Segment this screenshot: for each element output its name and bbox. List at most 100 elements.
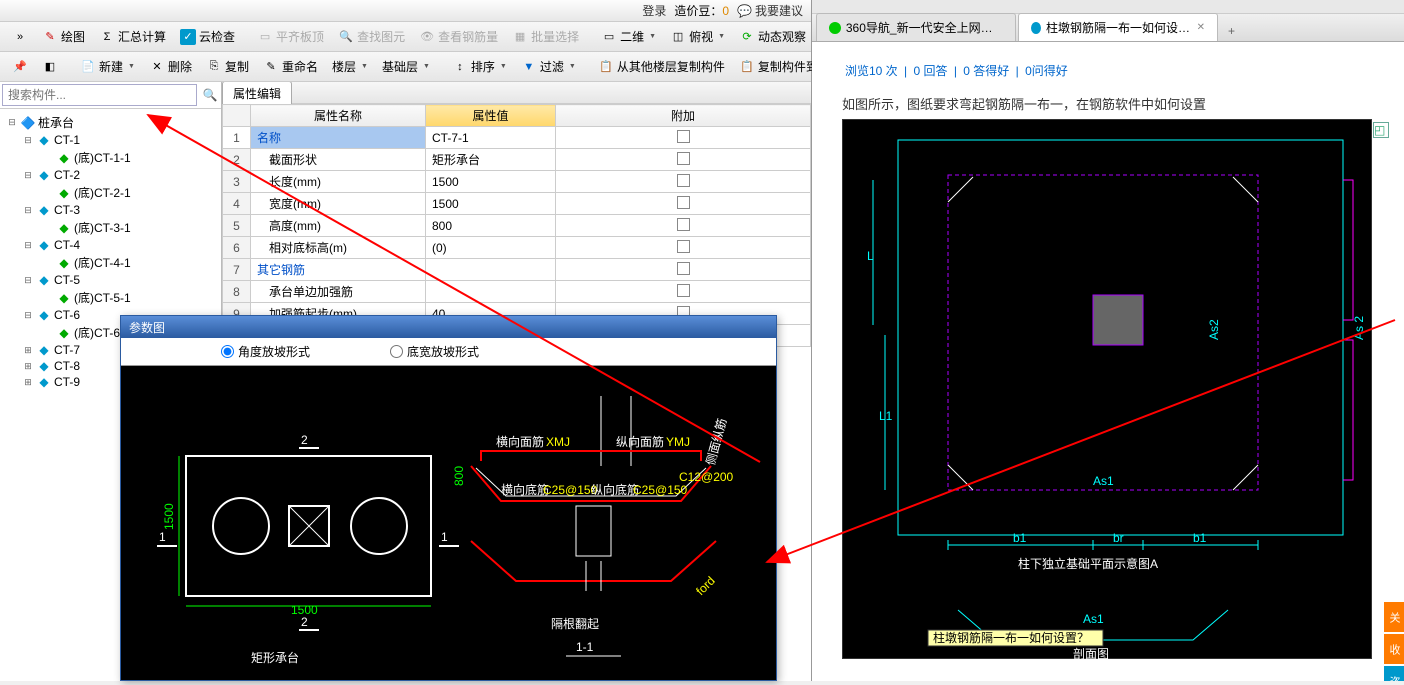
copy-from-floor-button[interactable]: 📋从其他楼层复制构件 [592, 54, 731, 79]
new-tab-button[interactable]: + [1220, 21, 1243, 41]
parameter-diagram-svg: 1 1 2 2 1500 1500 矩形承台 [121, 366, 778, 682]
prop-row[interactable]: 6 相对底标高(m) (0) [223, 237, 811, 259]
svg-text:纵向面筋: 纵向面筋 [616, 434, 664, 449]
svg-text:矩形承台: 矩形承台 [251, 650, 299, 665]
radio-angle-slope[interactable]: 角度放坡形式 [221, 343, 310, 360]
svg-text:b1: b1 [1013, 531, 1027, 545]
cloud-check-button[interactable]: ✓云检查 [174, 24, 241, 49]
batch-select-button[interactable]: ▦批量选择 [506, 24, 585, 49]
svg-text:柱下独立基础平面示意图A: 柱下独立基础平面示意图A [1018, 556, 1158, 571]
svg-text:2: 2 [301, 615, 308, 629]
tree-node-CT-1[interactable]: ⊟◆CT-1 [2, 132, 219, 148]
svg-text:As1: As1 [1083, 612, 1104, 626]
svg-text:800: 800 [452, 466, 466, 486]
search-icon[interactable]: 🔍 [199, 82, 221, 108]
login-link[interactable]: 登录 [642, 2, 666, 19]
svg-text:L1: L1 [879, 409, 893, 423]
checkbox[interactable] [677, 130, 690, 143]
toolbar-row-2: 📌 ◧ 📄新建 ✕删除 ⎘复制 ✎重命名 楼层 基础层 ↕排序 ▼过滤 📋从其他… [0, 52, 811, 82]
browser-titlebar [812, 0, 1404, 14]
tab-property-edit[interactable]: 属性编辑 [222, 82, 292, 105]
new-button[interactable]: 📄新建 [74, 54, 141, 79]
delete-button[interactable]: ✕删除 [143, 54, 198, 79]
rename-button[interactable]: ✎重命名 [257, 54, 324, 79]
tree-node-CT-4[interactable]: ⊟◆CT-4 [2, 237, 219, 253]
question-text: 如图所示，图纸要求弯起钢筋隔一布一，在钢筋软件中如何设置 [842, 94, 1374, 113]
tab-close-icon[interactable]: ✕ [1197, 22, 1205, 33]
fb-close[interactable]: 关 [1384, 602, 1404, 632]
svg-text:横向底筋: 横向底筋 [501, 482, 549, 497]
col-header-name[interactable]: 属性名称 [251, 105, 426, 127]
svg-text:L: L [867, 249, 874, 263]
prop-row[interactable]: 8 承台单边加强筋 [223, 281, 811, 303]
prop-row[interactable]: 3 长度(mm) 1500 [223, 171, 811, 193]
tree-leaf[interactable]: ◆(底)CT-3-1 [2, 218, 219, 237]
svg-text:纵向底筋: 纵向底筋 [591, 482, 639, 497]
tree-leaf[interactable]: ◆(底)CT-4-1 [2, 253, 219, 272]
svg-text:ford: ford [693, 574, 718, 599]
checkbox[interactable] [677, 240, 690, 253]
find-primitive-button[interactable]: 🔍查找图元 [332, 24, 411, 49]
window-title[interactable]: 参数图 [121, 316, 776, 338]
prop-row[interactable]: 7 其它钢筋 [223, 259, 811, 281]
tree-leaf[interactable]: ◆(底)CT-1-1 [2, 148, 219, 167]
align-slab-button[interactable]: ▭平齐板顶 [251, 24, 330, 49]
tree-root[interactable]: ⊟🔷桩承台 [2, 113, 219, 132]
draw-button[interactable]: ✎绘图 [36, 24, 91, 49]
checkbox[interactable] [677, 174, 690, 187]
svg-text:As1: As1 [1093, 474, 1114, 488]
fb-ask[interactable]: 咨 [1384, 666, 1404, 681]
col-header-extra[interactable]: 附加 [556, 105, 811, 127]
checkbox[interactable] [677, 262, 690, 275]
filter-button[interactable]: ▼过滤 [515, 54, 582, 79]
beans-label: 造价豆：0 [674, 2, 729, 19]
view-rebar-button[interactable]: 👁查看钢筋量 [413, 24, 504, 49]
pin-icon[interactable]: 📌 [6, 55, 34, 79]
svg-text:1: 1 [441, 530, 448, 544]
tree-node-CT-2[interactable]: ⊟◆CT-2 [2, 167, 219, 183]
parameter-diagram-window: 参数图 角度放坡形式 底宽放坡形式 1 1 2 2 [120, 315, 777, 681]
svg-text:C25@150: C25@150 [543, 483, 598, 497]
svg-text:As 2: As 2 [1352, 316, 1366, 340]
toolbar-row-1: » ✎绘图 Σ汇总计算 ✓云检查 ▭平齐板顶 🔍查找图元 👁查看钢筋量 ▦批量选… [0, 22, 811, 52]
search-input[interactable] [2, 84, 197, 106]
tree-node-CT-3[interactable]: ⊟◆CT-3 [2, 202, 219, 218]
browser-tabs: 360导航_新一代安全上网导航 柱墩钢筋隔一布一如何设置？_广 ✕ + [812, 14, 1404, 42]
svg-text:1500: 1500 [291, 603, 318, 617]
svg-text:1-1: 1-1 [576, 640, 594, 654]
dynamic-view-button[interactable]: ⟳动态观察 [733, 24, 812, 49]
suggestion-link[interactable]: 💬我要建议 [737, 2, 803, 19]
copy-button[interactable]: ⎘复制 [200, 54, 255, 79]
summary-button[interactable]: Σ汇总计算 [93, 24, 172, 49]
overlook-dropdown[interactable]: ◫俯视 [664, 24, 731, 49]
prop-row[interactable]: 2 截面形状 矩形承台 [223, 149, 811, 171]
svg-text:隔根翻起: 隔根翻起 [551, 617, 599, 631]
browser-tab-2[interactable]: 柱墩钢筋隔一布一如何设置？_广 ✕ [1018, 13, 1218, 41]
expand-icon[interactable]: » [6, 25, 34, 49]
prop-row[interactable]: 5 高度(mm) 800 [223, 215, 811, 237]
question-diagram: L L1 As1 As2 As 2 b1 br b1 柱下独立基础平面示意图A … [842, 119, 1372, 659]
tree-leaf[interactable]: ◆(底)CT-5-1 [2, 288, 219, 307]
svg-text:1500: 1500 [162, 503, 176, 530]
prop-row[interactable]: 1 名称 CT-7-1 [223, 127, 811, 149]
fb-fav[interactable]: 收 [1384, 634, 1404, 664]
checkbox[interactable] [677, 284, 690, 297]
close-icon[interactable]: ◧ [36, 55, 64, 79]
svg-text:XMJ: XMJ [546, 435, 570, 449]
view-icon[interactable]: ◰ [1373, 122, 1389, 138]
property-table: 属性名称 属性值 附加 1 名称 CT-7-1 2 截面形状 矩形承台 3 长度… [222, 104, 811, 347]
tree-node-CT-5[interactable]: ⊟◆CT-5 [2, 272, 219, 288]
col-header-value[interactable]: 属性值 [426, 105, 556, 127]
view-2d-dropdown[interactable]: ▭二维 [595, 24, 662, 49]
svg-text:侧面纵筋: 侧面纵筋 [702, 417, 729, 467]
checkbox[interactable] [677, 218, 690, 231]
checkbox[interactable] [677, 196, 690, 209]
foundation-dropdown[interactable]: 基础层 [376, 54, 436, 79]
prop-row[interactable]: 4 宽度(mm) 1500 [223, 193, 811, 215]
radio-width-slope[interactable]: 底宽放坡形式 [390, 343, 479, 360]
floor-dropdown[interactable]: 楼层 [326, 54, 374, 79]
checkbox[interactable] [677, 152, 690, 165]
tree-leaf[interactable]: ◆(底)CT-2-1 [2, 183, 219, 202]
sort-button[interactable]: ↕排序 [446, 54, 513, 79]
browser-tab-1[interactable]: 360导航_新一代安全上网导航 [816, 13, 1016, 41]
